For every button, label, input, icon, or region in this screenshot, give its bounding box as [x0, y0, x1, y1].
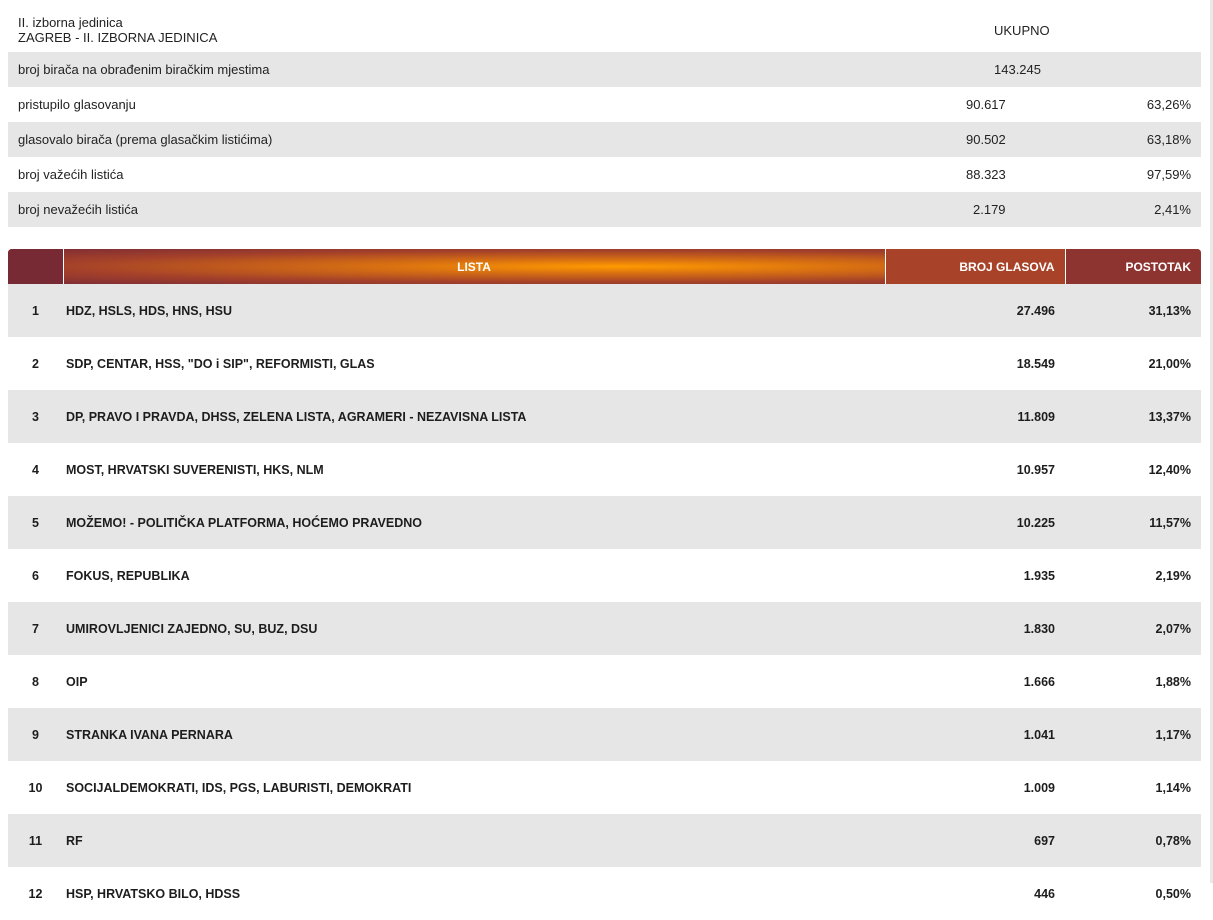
percent-cell: 21,00%: [1148, 356, 1191, 371]
summary-row: broj nevažećih listića 2.179 2,41%: [8, 192, 1201, 227]
votes-cell: 446: [1034, 886, 1055, 901]
summary-value: 90.617: [966, 97, 1006, 112]
rank-cell: 6: [32, 568, 39, 583]
summary-header-row: II. izborna jedinica ZAGREB - II. IZBORN…: [8, 8, 1201, 52]
percent-cell: 1,88%: [1155, 674, 1191, 689]
rank-cell: 1: [8, 284, 63, 337]
percent-column-header[interactable]: POSTOTAK: [1064, 249, 1201, 284]
rank-cell: 4: [32, 462, 39, 477]
list-name-cell: STRANKA IVANA PERNARA: [63, 708, 885, 761]
votes-cell: 1.009: [1023, 780, 1055, 795]
results-header-row: LISTA BROJ GLASOVA POSTOTAK: [8, 249, 1201, 284]
table-row: 12 HSP, HRVATSKO BILO, HDSS 446 0,50%: [8, 867, 1201, 920]
table-row: 11 RF 697 0,78%: [8, 814, 1201, 867]
list-name-cell: MOŽEMO! - POLITIČKA PLATFORMA, HOĆEMO PR…: [63, 496, 885, 549]
results-page: II. izborna jedinica ZAGREB - II. IZBORN…: [8, 8, 1201, 920]
summary-row: broj birača na obrađenim biračkim mjesti…: [8, 52, 1201, 87]
constituency-number: II. izborna jedinica: [18, 15, 123, 30]
percent-cell: 31,13%: [1065, 284, 1201, 337]
votes-cell: 697: [885, 814, 1065, 867]
summary-row: pristupilo glasovanju 90.617 63,26%: [8, 87, 1201, 122]
rank-cell: 11: [8, 814, 63, 867]
table-row: 6 FOKUS, REPUBLIKA 1.935 2,19%: [8, 549, 1201, 602]
list-name-cell: SDP, CENTAR, HSS, "DO i SIP", REFORMISTI…: [66, 356, 375, 371]
table-row: 4 MOST, HRVATSKI SUVERENISTI, HKS, NLM 1…: [8, 443, 1201, 496]
list-name-cell: DP, PRAVO I PRAVDA, DHSS, ZELENA LISTA, …: [63, 390, 885, 443]
summary-value: 90.502: [768, 122, 1021, 157]
list-name-cell: RF: [63, 814, 885, 867]
total-column-label: UKUPNO: [994, 22, 1050, 38]
percent-cell: 11,57%: [1065, 496, 1201, 549]
summary-label: pristupilo glasovanju: [18, 97, 136, 112]
summary-percent: 63,26%: [1146, 97, 1191, 112]
summary-label: broj nevažećih listića: [8, 192, 768, 227]
list-name-cell: HSP, HRVATSKO BILO, HDSS: [66, 886, 241, 901]
summary-label: glasovalo birača (prema glasačkim listić…: [8, 122, 768, 157]
table-row: 8 OIP 1.666 1,88%: [8, 655, 1201, 708]
table-row: 1 HDZ, HSLS, HDS, HNS, HSU 27.496 31,13%: [8, 284, 1201, 337]
summary-label: broj birača na obrađenim biračkim mjesti…: [8, 52, 768, 87]
results-body: 1 HDZ, HSLS, HDS, HNS, HSU 27.496 31,13%…: [8, 284, 1201, 920]
table-row: 10 SOCIJALDEMOKRATI, IDS, PGS, LABURISTI…: [8, 761, 1201, 814]
rank-cell: 9: [8, 708, 63, 761]
constituency-title: II. izborna jedinica ZAGREB - II. IZBORN…: [8, 8, 768, 52]
rank-cell: 8: [32, 674, 39, 689]
constituency-name: ZAGREB - II. IZBORNA JEDINICA: [18, 30, 218, 45]
summary-value: 143.245: [768, 52, 1201, 87]
summary-label: broj važećih listića: [18, 167, 124, 182]
percent-cell: 2,07%: [1065, 602, 1201, 655]
rank-column-header: [8, 249, 63, 284]
list-column-header[interactable]: LISTA: [62, 249, 885, 284]
table-row: 9 STRANKA IVANA PERNARA 1.041 1,17%: [8, 708, 1201, 761]
rank-cell: 3: [8, 390, 63, 443]
summary-table: II. izborna jedinica ZAGREB - II. IZBORN…: [8, 8, 1201, 227]
summary-value: 88.323: [966, 167, 1006, 182]
percent-cell: 1,14%: [1155, 780, 1191, 795]
list-name-cell: HDZ, HSLS, HDS, HNS, HSU: [63, 284, 885, 337]
summary-percent: 2,41%: [1021, 192, 1201, 227]
list-name-cell: MOST, HRVATSKI SUVERENISTI, HKS, NLM: [66, 462, 324, 477]
percent-cell: 12,40%: [1148, 462, 1191, 477]
summary-percent: 97,59%: [1146, 167, 1191, 182]
percent-cell: 0,50%: [1155, 886, 1191, 901]
votes-cell: 1.666: [1023, 674, 1055, 689]
votes-column-header[interactable]: BROJ GLASOVA: [884, 249, 1065, 284]
percent-cell: 13,37%: [1065, 390, 1201, 443]
rank-cell: 2: [32, 356, 39, 371]
summary-percent: 63,18%: [1021, 122, 1201, 157]
summary-value: 2.179: [768, 192, 1021, 227]
percent-cell: 0,78%: [1065, 814, 1201, 867]
votes-cell: 10.225: [885, 496, 1065, 549]
votes-cell: 1.041: [885, 708, 1065, 761]
table-row: 7 UMIROVLJENICI ZAJEDNO, SU, BUZ, DSU 1.…: [8, 602, 1201, 655]
votes-cell: 1.935: [1023, 568, 1055, 583]
percent-cell: 1,17%: [1065, 708, 1201, 761]
summary-row: broj važećih listića 88.323 97,59%: [8, 157, 1201, 192]
rank-cell: 12: [28, 886, 43, 901]
rank-cell: 5: [8, 496, 63, 549]
votes-cell: 18.549: [1016, 356, 1055, 371]
percent-cell: 2,19%: [1155, 568, 1191, 583]
list-name-cell: SOCIJALDEMOKRATI, IDS, PGS, LABURISTI, D…: [66, 780, 412, 795]
votes-cell: 1.830: [885, 602, 1065, 655]
votes-cell: 11.809: [885, 390, 1065, 443]
table-row: 3 DP, PRAVO I PRAVDA, DHSS, ZELENA LISTA…: [8, 390, 1201, 443]
votes-cell: 10.957: [1016, 462, 1055, 477]
list-name-cell: UMIROVLJENICI ZAJEDNO, SU, BUZ, DSU: [63, 602, 885, 655]
results-table: LISTA BROJ GLASOVA POSTOTAK 1 HDZ, HSLS,…: [8, 249, 1201, 920]
votes-cell: 27.496: [885, 284, 1065, 337]
list-name-cell: FOKUS, REPUBLIKA: [66, 568, 190, 583]
rank-cell: 7: [8, 602, 63, 655]
table-row: 2 SDP, CENTAR, HSS, "DO i SIP", REFORMIS…: [8, 337, 1201, 390]
table-row: 5 MOŽEMO! - POLITIČKA PLATFORMA, HOĆEMO …: [8, 496, 1201, 549]
rank-cell: 10: [28, 780, 43, 795]
summary-row: glasovalo birača (prema glasačkim listić…: [8, 122, 1201, 157]
list-name-cell: OIP: [66, 674, 88, 689]
